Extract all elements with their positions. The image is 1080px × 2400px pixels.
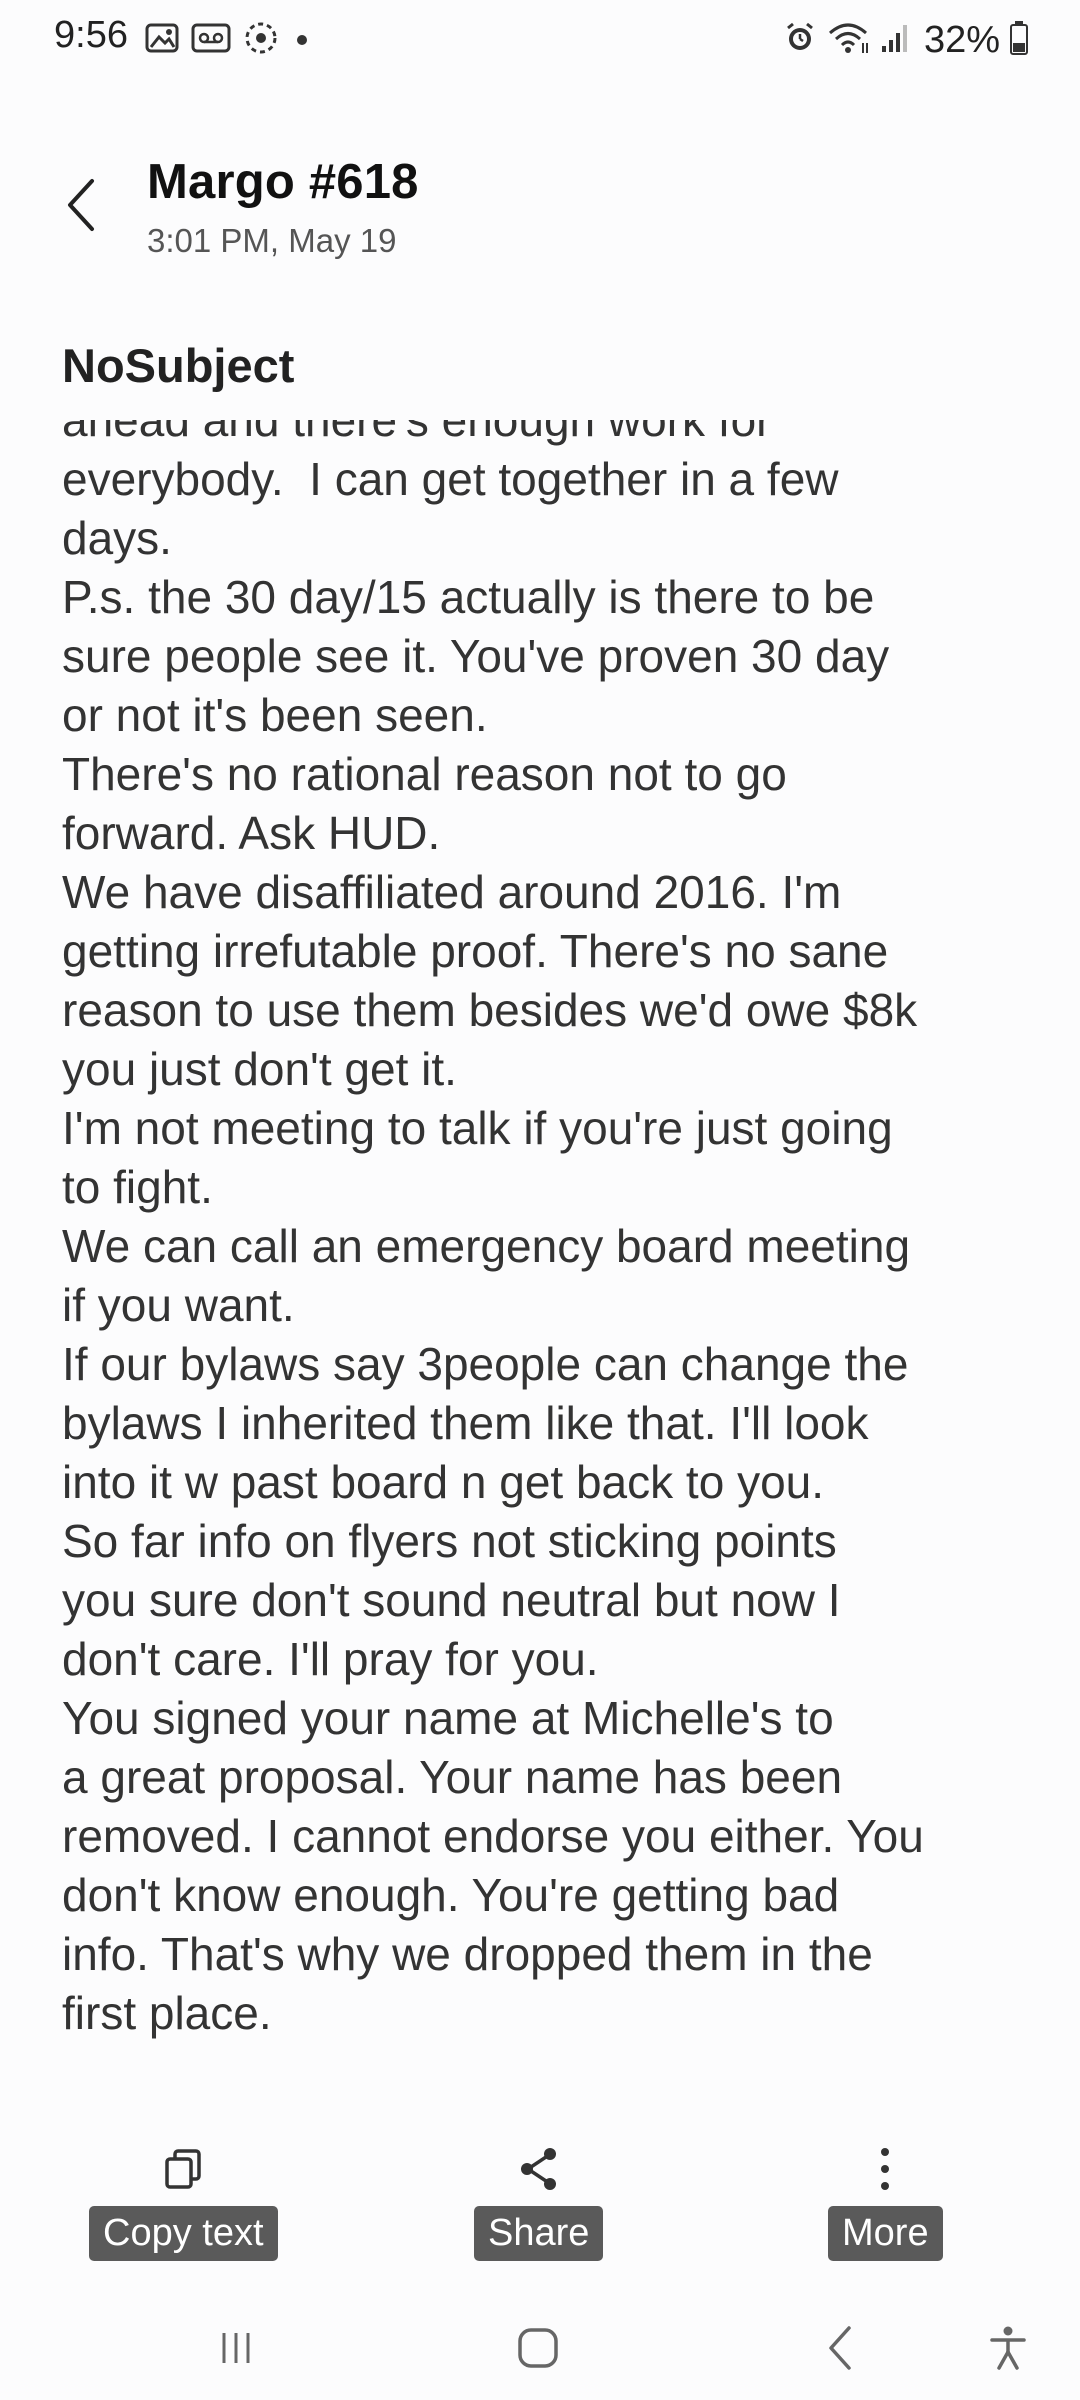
battery-percentage: 32% <box>923 18 1000 61</box>
action-bar: Copy text Share More <box>0 2140 1080 2270</box>
share-label: Share <box>474 2206 604 2261</box>
voicemail-icon <box>191 23 231 58</box>
accessibility-icon <box>988 2324 1028 2377</box>
share-icon <box>517 2140 561 2198</box>
copy-icon <box>163 2140 203 2198</box>
copy-text-button[interactable]: Copy text <box>89 2140 278 2261</box>
recents-button[interactable] <box>206 2320 266 2380</box>
message-subject: NoSubject <box>62 339 295 392</box>
home-button[interactable] <box>508 2320 568 2380</box>
status-time: 9:56 <box>54 14 128 56</box>
accessibility-button[interactable] <box>978 2320 1038 2380</box>
signal-icon <box>880 22 910 59</box>
copy-text-label: Copy text <box>89 2206 278 2261</box>
battery-icon <box>1010 20 1028 60</box>
share-button[interactable]: Share <box>474 2140 604 2261</box>
notification-dot <box>297 35 307 45</box>
more-options-button[interactable]: More <box>828 2140 943 2261</box>
wifi-icon <box>826 21 870 60</box>
image-icon <box>145 23 179 58</box>
chevron-left-icon <box>64 177 98 238</box>
navigation-bar <box>0 2300 1080 2400</box>
message-viewport[interactable]: ahead and there's enough work for everyb… <box>62 420 1032 2075</box>
more-vertical-icon <box>878 2140 892 2198</box>
status-bar: 9:56 32% <box>0 0 1080 80</box>
status-right-icons: 32% <box>784 18 1028 62</box>
status-left-icons <box>145 20 307 60</box>
sync-icon <box>243 20 279 61</box>
system-back-button[interactable] <box>810 2320 870 2380</box>
contact-name: Margo #618 <box>147 155 419 209</box>
more-label: More <box>828 2206 943 2261</box>
message-timestamp: 3:01 PM, May 19 <box>147 222 397 259</box>
alarm-icon <box>784 22 816 59</box>
home-icon <box>516 2326 560 2375</box>
message-body: ahead and there's enough work for everyb… <box>62 420 924 2039</box>
recents-icon <box>216 2328 256 2373</box>
back-button[interactable] <box>56 172 106 242</box>
back-icon <box>825 2324 855 2377</box>
